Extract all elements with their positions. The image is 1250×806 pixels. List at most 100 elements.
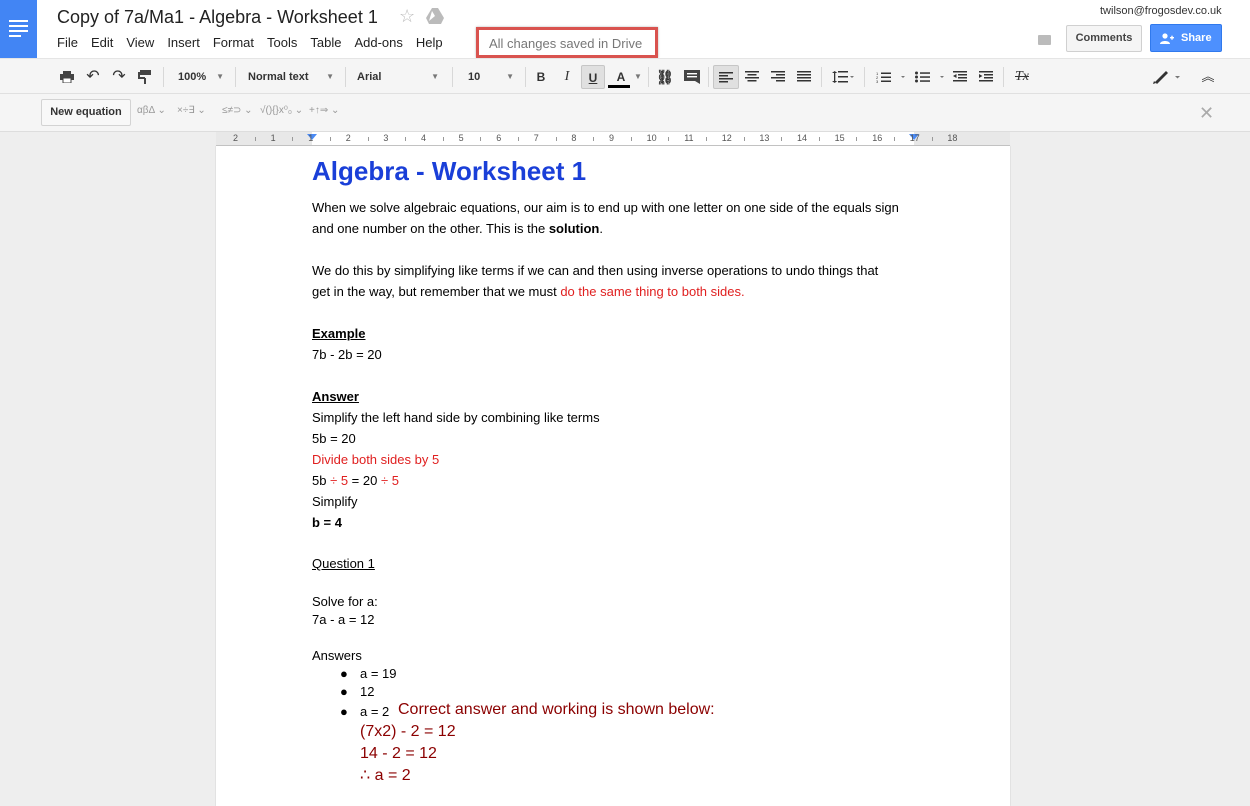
arrows-menu[interactable]: +↑⇒ ⌄ (309, 105, 339, 116)
menu-edit[interactable]: Edit (91, 35, 113, 50)
text-color-letter: A (616, 70, 626, 84)
ruler-tick (480, 137, 482, 141)
answer-option-3: a = 2 (360, 704, 390, 719)
paint-format-icon[interactable] (136, 65, 154, 89)
ruler-tick (706, 137, 707, 141)
feedback-working-3: ∴ a = 2 (360, 767, 411, 784)
font-select[interactable]: Arial ▼ (353, 65, 443, 89)
ruler-number: 13 (759, 133, 770, 143)
ruler[interactable]: 2 1 1 2 3 4 5 6 7 8 9 10 11 12 13 14 15 16 17 18 (216, 132, 1010, 146)
underline-button[interactable]: U (581, 65, 605, 89)
document-title[interactable]: Copy of 7a/Ma1 - Algebra - Worksheet 1 (57, 7, 378, 28)
bullet-icon: ● (340, 684, 348, 699)
line-spacing-icon[interactable] (828, 65, 858, 89)
chat-icon[interactable] (1031, 27, 1058, 54)
link-icon[interactable]: ⛓ (655, 65, 675, 89)
zoom-select[interactable]: 100% ▼ (174, 65, 228, 89)
ruler-number: 1 (270, 133, 276, 143)
menu-table[interactable]: Table (310, 35, 341, 50)
italic-button[interactable]: I (558, 65, 576, 89)
share-label: Share (1181, 32, 1212, 44)
question-1-heading: Question 1 (312, 556, 375, 571)
user-email[interactable]: twilson@frogosdev.co.uk (1100, 5, 1222, 17)
svg-text:3: 3 (876, 79, 879, 83)
star-icon[interactable]: ☆ (399, 6, 415, 27)
text-run: 5b (312, 473, 331, 488)
example-equation: 7b - 2b = 20 (312, 347, 382, 362)
example-heading: Example (312, 326, 366, 341)
answer-option-2: 12 (360, 684, 375, 699)
new-equation-button[interactable]: New equation (41, 99, 131, 126)
chevron-down-icon: ▼ (326, 72, 334, 81)
docs-home-icon[interactable] (0, 0, 37, 58)
bullet-icon: ● (340, 666, 348, 681)
size-value: 10 (468, 71, 481, 83)
ruler-number: 11 (684, 133, 694, 143)
text-run: . (599, 221, 603, 236)
increase-indent-icon[interactable] (976, 65, 996, 89)
text-color-button[interactable]: A (608, 65, 634, 89)
decrease-indent-icon[interactable] (950, 65, 970, 89)
menu-addons[interactable]: Add-ons (354, 35, 402, 50)
ruler-tick (442, 137, 444, 141)
ruler-number: 8 (571, 133, 577, 143)
menu-tools[interactable]: Tools (267, 35, 297, 50)
relations-menu[interactable]: ≤≠⊃ ⌄ (222, 105, 253, 116)
zoom-value: 100% (178, 71, 207, 83)
insert-comment-icon[interactable] (682, 65, 702, 89)
menu-view[interactable]: View (126, 35, 154, 50)
ruler-number: 10 (646, 133, 657, 143)
answer-step-5: Simplify (312, 494, 358, 509)
align-left-icon[interactable] (713, 65, 739, 89)
math-operations-menu[interactable]: √(){}x⁰₀ ⌄ (260, 105, 303, 116)
person-icon (1160, 33, 1174, 44)
menu-help[interactable]: Help (416, 35, 443, 50)
answer-option-1: a = 19 (360, 666, 397, 681)
paragraph-2-line-2: get in the way, but remember that we mus… (312, 284, 745, 300)
ruler-number: 9 (609, 133, 615, 143)
align-center-icon[interactable] (742, 65, 762, 89)
question-1-prompt: Solve for a: (312, 594, 378, 609)
collapse-toolbar-icon[interactable]: ︽ (1198, 65, 1218, 89)
font-size-select[interactable]: 10 ▼ (464, 65, 518, 89)
save-status[interactable]: All changes saved in Drive (476, 27, 658, 58)
print-icon[interactable] (58, 65, 76, 89)
answer-step-2: 5b = 20 (312, 431, 356, 446)
editing-mode-icon[interactable] (1150, 65, 1184, 89)
numbered-list-icon[interactable]: 123 (873, 65, 909, 89)
comments-button[interactable]: Comments (1066, 25, 1142, 52)
chevron-down-icon: ▼ (216, 72, 224, 81)
chevron-down-icon[interactable]: ▼ (633, 65, 643, 89)
ruler-number: 15 (834, 133, 845, 143)
paragraph-1-line-2: and one number on the other. This is the… (312, 221, 603, 237)
red-text-run: . (741, 284, 745, 299)
share-button[interactable]: Share (1150, 24, 1222, 52)
greek-letters-menu[interactable]: αβΔ ⌄ (137, 105, 166, 116)
math-label: √(){}x⁰₀ (260, 105, 292, 116)
close-icon[interactable]: ✕ (1199, 103, 1214, 124)
redo-icon[interactable]: ↷ (110, 65, 128, 89)
document-page[interactable]: Algebra - Worksheet 1 When we solve alge… (216, 146, 1010, 806)
menu-file[interactable]: File (57, 35, 78, 50)
undo-icon[interactable]: ↶ (84, 65, 102, 89)
menu-format[interactable]: Format (213, 35, 254, 50)
clear-formatting-icon[interactable]: Tx (1010, 65, 1034, 89)
feedback-heading: Correct answer and working is shown belo… (398, 701, 715, 718)
align-right-icon[interactable] (768, 65, 788, 89)
red-text-run: do the same thing to both sides (560, 284, 742, 299)
justify-icon[interactable] (794, 65, 814, 89)
paragraph-style-select[interactable]: Normal text ▼ (244, 65, 338, 89)
ruler-tick (555, 137, 557, 141)
ruler-tick (593, 137, 595, 141)
menu-insert[interactable]: Insert (167, 35, 200, 50)
bold-button[interactable]: B (532, 65, 550, 89)
operators-menu[interactable]: ×÷∃ ⌄ (177, 105, 206, 116)
ruler-number: 6 (496, 133, 502, 143)
bulleted-list-icon[interactable] (912, 65, 948, 89)
move-to-folder-icon[interactable] (426, 8, 444, 24)
ruler-tick (405, 137, 407, 141)
ruler-tick (367, 137, 369, 141)
ruler-number: 2 (233, 133, 239, 143)
red-text-run: ÷ 5 (330, 473, 349, 488)
right-margin-area (914, 132, 1010, 145)
